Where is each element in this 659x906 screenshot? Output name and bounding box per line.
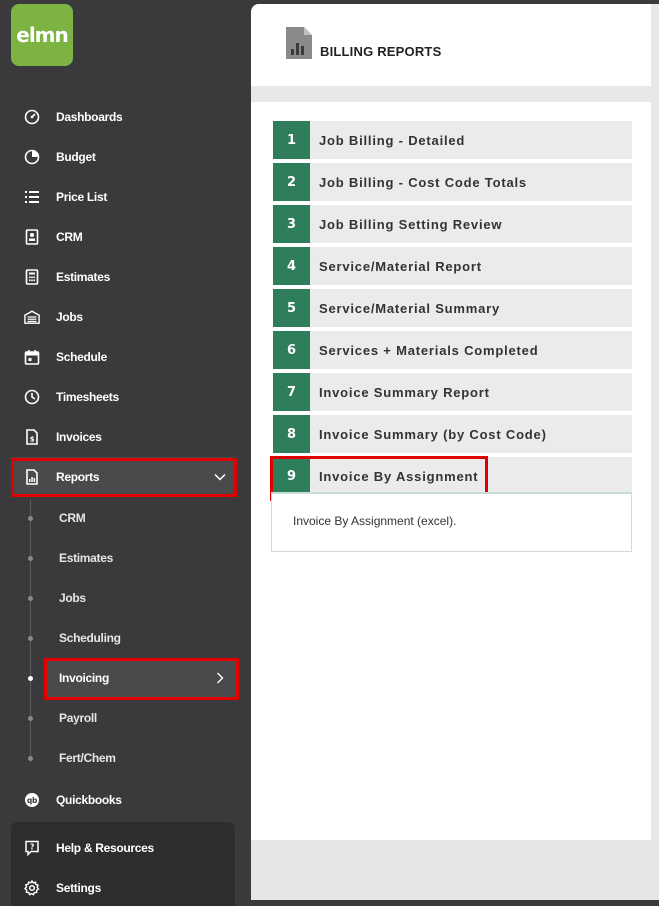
invoicing-highlight xyxy=(44,658,239,700)
report-label: Services + Materials Completed xyxy=(319,342,539,358)
sidebar-item-invoices[interactable]: $ Invoices xyxy=(0,417,248,457)
report-label: Invoice Summary (by Cost Code) xyxy=(319,426,547,442)
report-number: 7 xyxy=(273,373,310,411)
report-row-7[interactable]: 7 Invoice Summary Report xyxy=(273,373,632,411)
report-row-5[interactable]: 5 Service/Material Summary xyxy=(273,289,632,327)
report-label: Service/Material Summary xyxy=(319,300,501,316)
sidebar-item-timesheets[interactable]: Timesheets xyxy=(0,377,248,417)
list-icon xyxy=(24,189,40,205)
sidebar-item-label: Invoices xyxy=(56,430,102,444)
sidebar: elmn Dashboards Budget Price List CRM Es… xyxy=(0,0,248,906)
report-number: 1 xyxy=(273,121,310,159)
sidebar-item-label: Timesheets xyxy=(56,390,119,404)
report-description-box: Invoice By Assignment (excel). xyxy=(271,492,632,552)
report-row-8[interactable]: 8 Invoice Summary (by Cost Code) xyxy=(273,415,632,453)
sidebar-item-label: CRM xyxy=(56,230,83,244)
sidebar-item-label: Quickbooks xyxy=(56,793,122,807)
report-document-icon xyxy=(285,26,313,65)
gear-icon xyxy=(24,880,40,896)
report-row-4[interactable]: 4 Service/Material Report xyxy=(273,247,632,285)
submenu-item-fert-chem[interactable]: Fert/Chem xyxy=(0,738,248,778)
sidebar-item-label: Help & Resources xyxy=(56,841,154,855)
submenu-item-label: Fert/Chem xyxy=(59,751,116,765)
report-number: 4 xyxy=(273,247,310,285)
report-label: Service/Material Report xyxy=(319,258,482,274)
main-panel: BILLING REPORTS 1 Job Billing - Detailed… xyxy=(251,4,659,900)
sidebar-item-budget[interactable]: Budget xyxy=(0,137,248,177)
sidebar-item-label: Budget xyxy=(56,150,96,164)
submenu-item-label: Estimates xyxy=(59,551,113,565)
report-row-6[interactable]: 6 Services + Materials Completed xyxy=(273,331,632,369)
gauge-icon xyxy=(24,109,40,125)
submenu-item-label: Payroll xyxy=(59,711,97,725)
calendar-icon xyxy=(24,349,40,365)
main-footer xyxy=(251,840,659,900)
logo[interactable]: elmn xyxy=(11,4,73,66)
contact-card-icon xyxy=(24,229,40,245)
submenu-dot-active xyxy=(28,676,33,681)
report-label: Invoice Summary Report xyxy=(319,384,490,400)
invoice-icon: $ xyxy=(24,429,40,445)
clock-icon xyxy=(24,389,40,405)
page-title: BILLING REPORTS xyxy=(320,44,442,59)
reports-highlight xyxy=(11,458,237,497)
logo-text: elmn xyxy=(16,23,68,47)
svg-text:$: $ xyxy=(30,436,35,444)
report-row-3[interactable]: 3 Job Billing Setting Review xyxy=(273,205,632,243)
sidebar-item-label: Price List xyxy=(56,190,108,204)
report-label: Job Billing Setting Review xyxy=(319,216,503,232)
report-row-1[interactable]: 1 Job Billing - Detailed xyxy=(273,121,632,159)
report-number: 5 xyxy=(273,289,310,327)
sidebar-item-quickbooks[interactable]: qb Quickbooks xyxy=(0,780,248,820)
sidebar-item-label: Jobs xyxy=(56,310,83,324)
report-label: Job Billing - Detailed xyxy=(319,132,466,148)
sidebar-item-label: Schedule xyxy=(56,350,107,364)
svg-text:?: ? xyxy=(30,843,34,852)
sidebar-item-settings[interactable]: Settings xyxy=(0,868,248,906)
report-number: 8 xyxy=(273,415,310,453)
sidebar-item-price-list[interactable]: Price List xyxy=(0,177,248,217)
sidebar-item-label: Estimates xyxy=(56,270,110,284)
calculator-icon xyxy=(24,269,40,285)
sidebar-item-help[interactable]: ? Help & Resources xyxy=(0,828,248,868)
submenu-item-estimates[interactable]: Estimates xyxy=(0,538,248,578)
submenu-item-crm[interactable]: CRM xyxy=(0,498,248,538)
report-list-panel: 1 Job Billing - Detailed 2 Job Billing -… xyxy=(251,102,651,840)
help-icon: ? xyxy=(24,840,40,856)
report-row-2[interactable]: 2 Job Billing - Cost Code Totals xyxy=(273,163,632,201)
report-number: 6 xyxy=(273,331,310,369)
report-number: 3 xyxy=(273,205,310,243)
sidebar-item-dashboards[interactable]: Dashboards xyxy=(0,97,248,137)
page-header: BILLING REPORTS xyxy=(251,4,651,86)
quickbooks-icon: qb xyxy=(24,792,40,808)
svg-text:qb: qb xyxy=(27,796,38,805)
report-description: Invoice By Assignment (excel). xyxy=(293,514,457,528)
sidebar-item-label: Dashboards xyxy=(56,110,123,124)
report-number: 2 xyxy=(273,163,310,201)
sidebar-item-crm[interactable]: CRM xyxy=(0,217,248,257)
submenu-item-label: Jobs xyxy=(59,591,86,605)
submenu-item-jobs[interactable]: Jobs xyxy=(0,578,248,618)
sidebar-item-schedule[interactable]: Schedule xyxy=(0,337,248,377)
sidebar-item-estimates[interactable]: Estimates xyxy=(0,257,248,297)
submenu-item-label: CRM xyxy=(59,511,86,525)
sidebar-item-jobs[interactable]: Jobs xyxy=(0,297,248,337)
submenu-item-label: Scheduling xyxy=(59,631,121,645)
pie-chart-icon xyxy=(24,149,40,165)
submenu-item-scheduling[interactable]: Scheduling xyxy=(0,618,248,658)
sidebar-item-label: Settings xyxy=(56,881,101,895)
garage-icon xyxy=(24,309,40,325)
submenu-item-payroll[interactable]: Payroll xyxy=(0,698,248,738)
report-label: Job Billing - Cost Code Totals xyxy=(319,174,527,190)
